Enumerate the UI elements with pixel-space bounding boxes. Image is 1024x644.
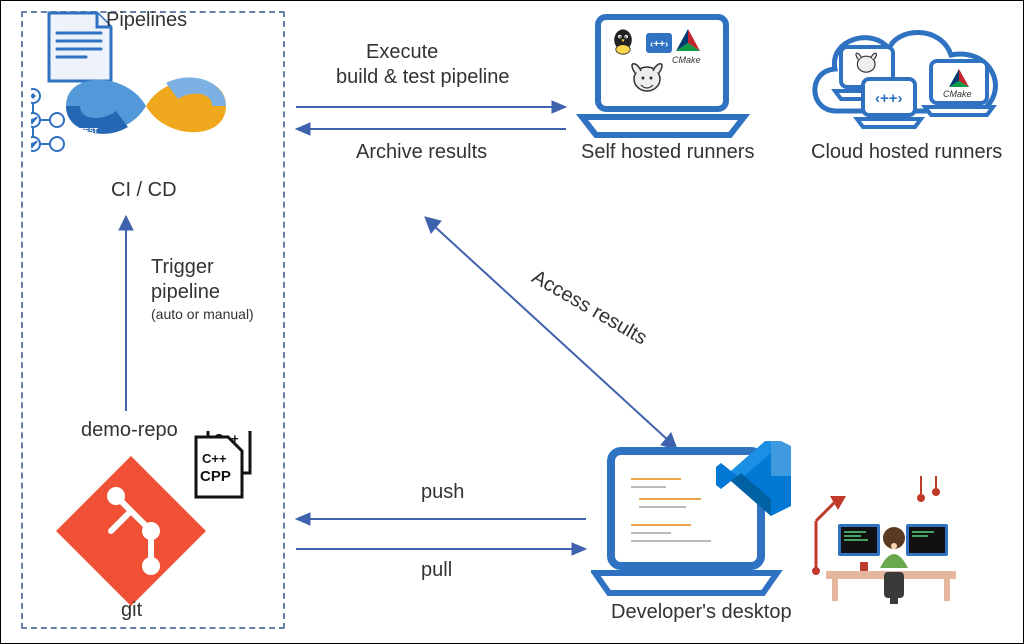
- pull-arrow: [296, 541, 586, 557]
- cloud-laptop-cmake-icon: CMake: [925, 61, 993, 115]
- trigger-label-3: (auto or manual): [151, 306, 254, 322]
- cloud-laptop-cpp-icon: ‹++›: [857, 79, 921, 127]
- cicd-icon-group: TEST: [31, 11, 231, 161]
- trigger-label-1: Trigger: [151, 256, 214, 279]
- gnu-icon: [632, 64, 662, 91]
- tux-icon: [614, 29, 632, 54]
- cpp-logo-icon: ‹++›: [646, 33, 672, 53]
- archive-arrow: [296, 121, 566, 137]
- document-icon: [49, 13, 111, 81]
- archive-label: Archive results: [356, 141, 487, 164]
- cpp-files-icon: C++ C++ CPP: [196, 431, 250, 497]
- infinity-test-label: TEST: [80, 128, 99, 135]
- self-hosted-label: Self hosted runners: [581, 141, 754, 164]
- cloud-hosted-label: Cloud hosted runners: [811, 141, 1002, 164]
- svg-text:CPP: CPP: [200, 468, 231, 485]
- git-icon-group: C++ C++ CPP: [56, 431, 236, 611]
- cicd-label: CI / CD: [111, 179, 177, 202]
- svg-text:C++: C++: [202, 451, 227, 466]
- git-icon: [56, 456, 206, 606]
- svg-text:CMake: CMake: [943, 89, 972, 99]
- developer-label: Developer's desktop: [611, 601, 792, 624]
- pull-label: pull: [421, 559, 452, 582]
- cloud-hosted-runners-icon: ‹++› CMake: [801, 11, 1011, 146]
- svg-text:CMake: CMake: [672, 55, 701, 65]
- execute-label-2: build & test pipeline: [336, 66, 509, 89]
- execute-label-1: Execute: [366, 41, 438, 64]
- execute-arrow: [296, 99, 566, 115]
- infinity-pipeline-icon: TEST: [66, 77, 226, 135]
- push-label: push: [421, 481, 464, 504]
- svg-text:‹++›: ‹++›: [875, 90, 903, 107]
- pipelines-label: Pipelines: [106, 9, 187, 32]
- self-hosted-runners-icon: CMake ‹++›: [576, 11, 751, 136]
- developer-desk-icon: [812, 476, 956, 604]
- push-arrow: [296, 511, 586, 527]
- git-label: git: [121, 599, 142, 622]
- access-results-label: Access results: [528, 266, 651, 350]
- pipeline-runs-icon: [31, 89, 64, 151]
- developer-desktop-group: [591, 441, 951, 601]
- svg-text:‹++›: ‹++›: [650, 39, 668, 50]
- trigger-label-2: pipeline: [151, 281, 220, 304]
